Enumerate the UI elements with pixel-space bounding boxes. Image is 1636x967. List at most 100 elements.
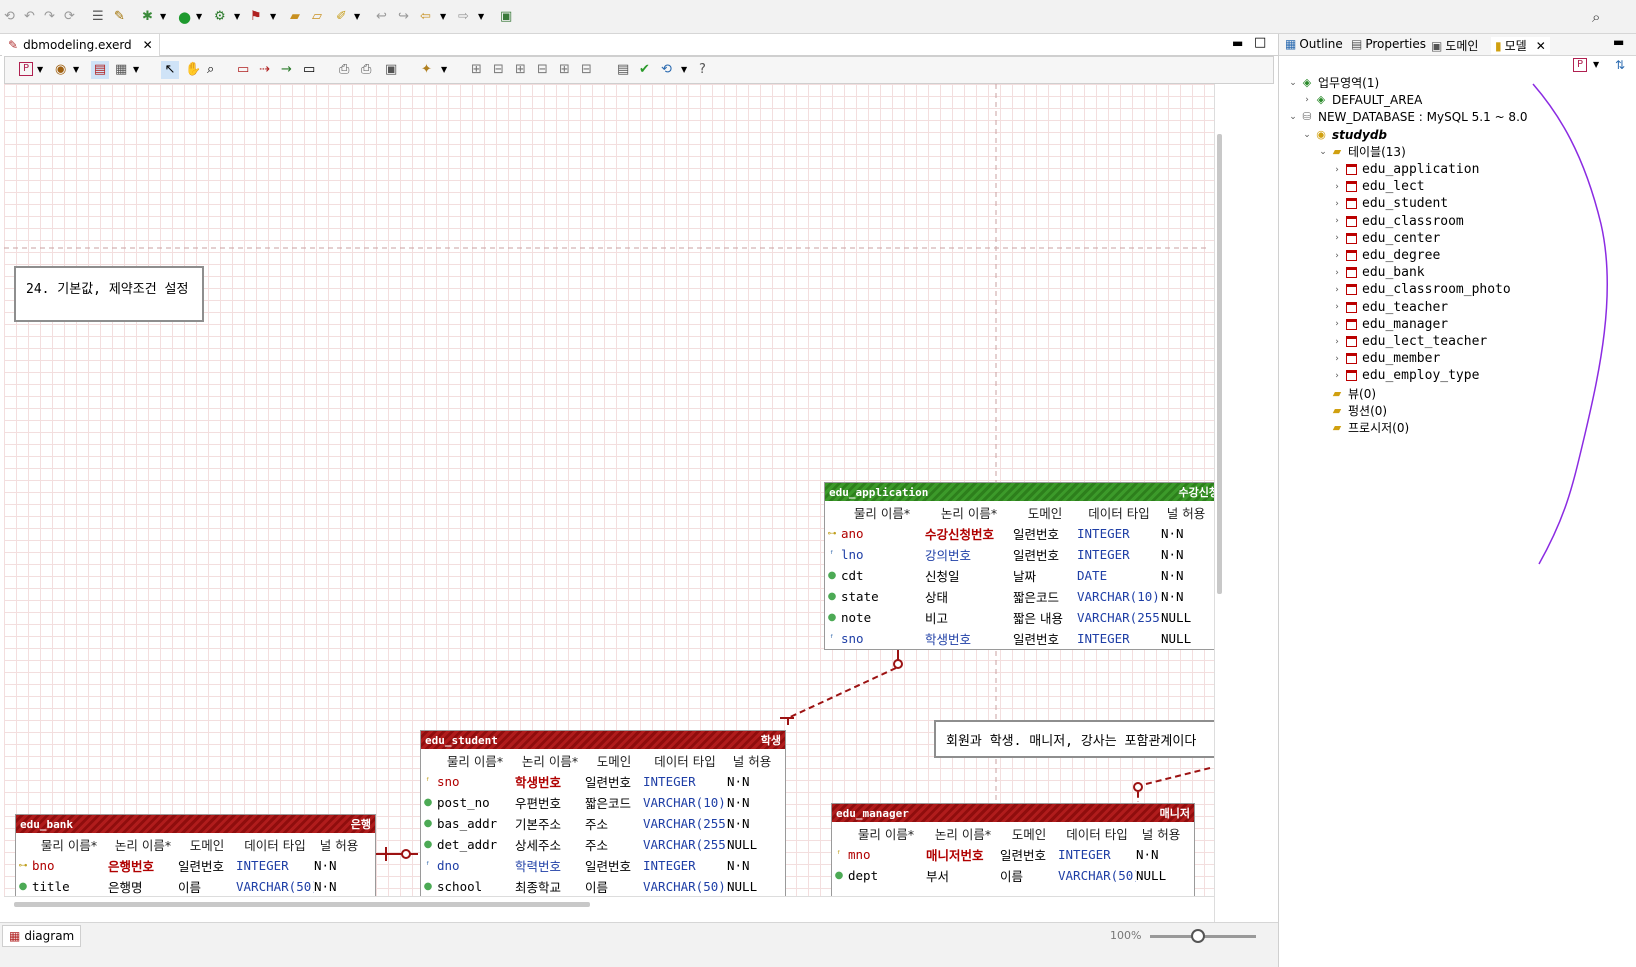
entity-row[interactable]: ● det_addr 상세주소 주소 VARCHAR(255) NULL bbox=[421, 834, 785, 855]
sort-icon[interactable]: ⇅ bbox=[1615, 58, 1625, 72]
align-bottom-icon[interactable]: ⊟ bbox=[581, 62, 592, 78]
chevron-right-icon[interactable]: › bbox=[1331, 319, 1343, 329]
undo-icon[interactable]: ↶ bbox=[24, 9, 35, 25]
chevron-down-icon[interactable]: ▼ bbox=[73, 62, 79, 78]
palette-icon[interactable]: P bbox=[19, 62, 33, 76]
palette-icon[interactable]: P bbox=[1573, 58, 1587, 72]
zoom-icon[interactable]: ⌕ bbox=[207, 62, 214, 78]
coverage-icon[interactable]: ⚑ bbox=[250, 9, 262, 25]
entity-edu-application[interactable]: edu_application 수강신청 물리 이름* 논리 이름* 도메인 데이터 타… bbox=[824, 482, 1224, 650]
tab-model[interactable]: ▮ 모델 ✕ bbox=[1491, 37, 1550, 54]
entity-row[interactable]: ● state 상태 짧은코드 VARCHAR(10) N·N bbox=[825, 586, 1223, 607]
export-image-icon[interactable]: ▣ bbox=[385, 62, 397, 78]
entity-edu-student[interactable]: edu_student 학생 물리 이름* 논리 이름* 도메인 데이터 타입 널 허용 … bbox=[420, 730, 786, 922]
chevron-right-icon[interactable]: › bbox=[1331, 216, 1343, 226]
entity-row[interactable]: ᶠ sno 학생번호 일련번호 INTEGER NULL bbox=[825, 628, 1223, 649]
chevron-right-icon[interactable]: › bbox=[1331, 251, 1343, 261]
chevron-down-icon[interactable]: ▼ bbox=[354, 9, 360, 25]
format-icon[interactable]: ✦ bbox=[421, 62, 432, 78]
entity-row[interactable]: ● dept 부서 이름 VARCHAR(50) NULL bbox=[832, 865, 1194, 886]
editor-tab[interactable]: ✎ dbmodeling.exerd ✕ bbox=[2, 34, 160, 56]
open-folder-icon[interactable]: ▰ bbox=[290, 9, 300, 25]
chevron-down-icon[interactable]: ▼ bbox=[133, 62, 139, 78]
tree-table-edu-classroom[interactable]: › edu_classroom bbox=[1331, 213, 1464, 230]
chevron-down-icon[interactable]: ▼ bbox=[1593, 60, 1599, 69]
print-preview-icon[interactable]: ⎙ bbox=[339, 62, 349, 78]
entity-row[interactable]: ● post_no 우편번호 짧은코드 VARCHAR(10) N·N bbox=[421, 792, 785, 813]
tree-table-edu-member[interactable]: › edu_member bbox=[1331, 350, 1440, 367]
select-pointer-icon[interactable]: ↖ bbox=[161, 61, 179, 79]
chevron-down-icon[interactable]: ▼ bbox=[196, 9, 202, 25]
nav-forward-icon[interactable]: ⇨ bbox=[458, 9, 469, 25]
table-view-icon[interactable]: ▤ bbox=[91, 61, 109, 79]
new-table-icon[interactable]: ▭ bbox=[237, 62, 249, 78]
perspective-icon[interactable]: ▣ bbox=[500, 9, 512, 25]
tree-item[interactable]: ⌄ ◉ studydb bbox=[1301, 126, 1387, 143]
chevron-right-icon[interactable]: › bbox=[1301, 95, 1313, 105]
document-icon[interactable]: ▤ bbox=[617, 62, 629, 78]
note-constraints[interactable]: 24. 기본값, 제약조건 설정 bbox=[14, 266, 204, 322]
chevron-right-icon[interactable]: › bbox=[1331, 302, 1343, 312]
external-tools-icon[interactable]: ⚙ bbox=[214, 9, 226, 25]
tree-item[interactable]: ▰ 뷰(0) bbox=[1317, 385, 1376, 402]
search-pin-icon[interactable]: ✐ bbox=[336, 9, 347, 25]
chevron-down-icon[interactable]: ▼ bbox=[478, 9, 484, 25]
help-icon[interactable]: ? bbox=[699, 62, 706, 78]
tree-table-edu-employ-type[interactable]: › edu_employ_type bbox=[1331, 367, 1479, 384]
hand-icon[interactable]: ✋ bbox=[185, 62, 201, 78]
tab-properties[interactable]: ▤ Properties bbox=[1351, 37, 1426, 51]
chevron-right-icon[interactable]: › bbox=[1331, 354, 1343, 364]
entity-row[interactable]: ᶠ dno 학력번호 일련번호 INTEGER N·N bbox=[421, 855, 785, 876]
entity-row[interactable]: ● bas_addr 기본주소 주소 VARCHAR(255) N·N bbox=[421, 813, 785, 834]
print-icon[interactable]: ⎙ bbox=[361, 62, 371, 78]
chevron-right-icon[interactable]: › bbox=[1331, 182, 1343, 192]
tree-item[interactable]: ▰ 펑션(0) bbox=[1317, 402, 1387, 419]
tree-item[interactable]: ⌄ ◈ 업무영역(1) bbox=[1287, 74, 1379, 91]
task-icon[interactable]: ☰ bbox=[92, 9, 104, 25]
tree-item[interactable]: ⌄ ▰ 테이블(13) bbox=[1317, 143, 1406, 160]
tree-table-edu-lect-teacher[interactable]: › edu_lect_teacher bbox=[1331, 333, 1487, 350]
horizontal-scrollbar[interactable] bbox=[14, 902, 590, 907]
validate-icon[interactable]: ✔ bbox=[639, 62, 650, 78]
entity-row[interactable]: ⊶ ano 수강신청번호 일련번호 INTEGER N·N bbox=[825, 523, 1223, 544]
open-file-icon[interactable]: ▱ bbox=[312, 9, 322, 25]
layer-icon[interactable]: ◉ bbox=[55, 62, 66, 78]
identifying-relation-icon[interactable]: → bbox=[281, 62, 292, 78]
tree-table-edu-center[interactable]: › edu_center bbox=[1331, 230, 1440, 247]
entity-row[interactable]: ● cdt 신청일 날짜 DATE N·N bbox=[825, 565, 1223, 586]
note-inclusion[interactable]: 회원과 학생. 매니저, 강사는 포함관계이다 bbox=[934, 720, 1234, 758]
wand-icon[interactable]: ✎ bbox=[114, 9, 125, 25]
align-top-icon[interactable]: ⊟ bbox=[537, 62, 548, 78]
chevron-right-icon[interactable]: › bbox=[1331, 199, 1343, 209]
debug-icon[interactable]: ✱ bbox=[142, 9, 153, 25]
tree-item[interactable]: › ◈ DEFAULT_AREA bbox=[1301, 91, 1422, 108]
chevron-down-icon[interactable]: ⌄ bbox=[1287, 112, 1299, 122]
entity-row[interactable]: ᶠ mno 매니저번호 일련번호 INTEGER N·N bbox=[832, 844, 1194, 865]
minimize-icon[interactable]: ▬ bbox=[1613, 35, 1624, 49]
tab-domain[interactable]: ▣ 도메인 bbox=[1431, 37, 1478, 54]
chevron-right-icon[interactable]: › bbox=[1331, 285, 1343, 295]
vertical-scrollbar[interactable] bbox=[1217, 134, 1222, 594]
minimize-icon[interactable]: ▬ bbox=[1232, 36, 1243, 50]
maximize-icon[interactable]: □ bbox=[1254, 35, 1266, 50]
chevron-down-icon[interactable]: ⌄ bbox=[1287, 78, 1299, 88]
chevron-down-icon[interactable]: ▼ bbox=[37, 62, 43, 78]
chevron-down-icon[interactable]: ▼ bbox=[270, 9, 276, 25]
tree-table-edu-teacher[interactable]: › edu_teacher bbox=[1331, 299, 1448, 316]
entity-row[interactable]: ⊶ bno 은행번호 일련번호 INTEGER N·N bbox=[16, 855, 375, 876]
search-icon[interactable]: ⌕ bbox=[1592, 9, 1600, 25]
tree-table-edu-manager[interactable]: › edu_manager bbox=[1331, 316, 1448, 333]
align-right-icon[interactable]: ⊞ bbox=[515, 62, 526, 78]
chevron-down-icon[interactable]: ⌄ bbox=[1301, 130, 1313, 140]
entity-row[interactable]: ᶠ sno 학생번호 일련번호 INTEGER N·N bbox=[421, 771, 785, 792]
tree-table-edu-student[interactable]: › edu_student bbox=[1331, 195, 1448, 212]
align-center-icon[interactable]: ⊟ bbox=[493, 62, 504, 78]
tree-item[interactable]: ⌄ ⛁ NEW_DATABASE : MySQL 5.1 ~ 8.0 bbox=[1287, 108, 1527, 125]
tab-outline[interactable]: ▦ Outline bbox=[1285, 37, 1343, 51]
sync-icon[interactable]: ⟲ bbox=[661, 62, 672, 78]
chevron-down-icon[interactable]: ▼ bbox=[160, 9, 166, 25]
chevron-down-icon[interactable]: ▼ bbox=[234, 9, 240, 25]
entity-row[interactable]: ᶠ lno 강의번호 일련번호 INTEGER N·N bbox=[825, 544, 1223, 565]
tree-table-edu-degree[interactable]: › edu_degree bbox=[1331, 247, 1440, 264]
nav-back-icon[interactable]: ⇦ bbox=[420, 9, 431, 25]
